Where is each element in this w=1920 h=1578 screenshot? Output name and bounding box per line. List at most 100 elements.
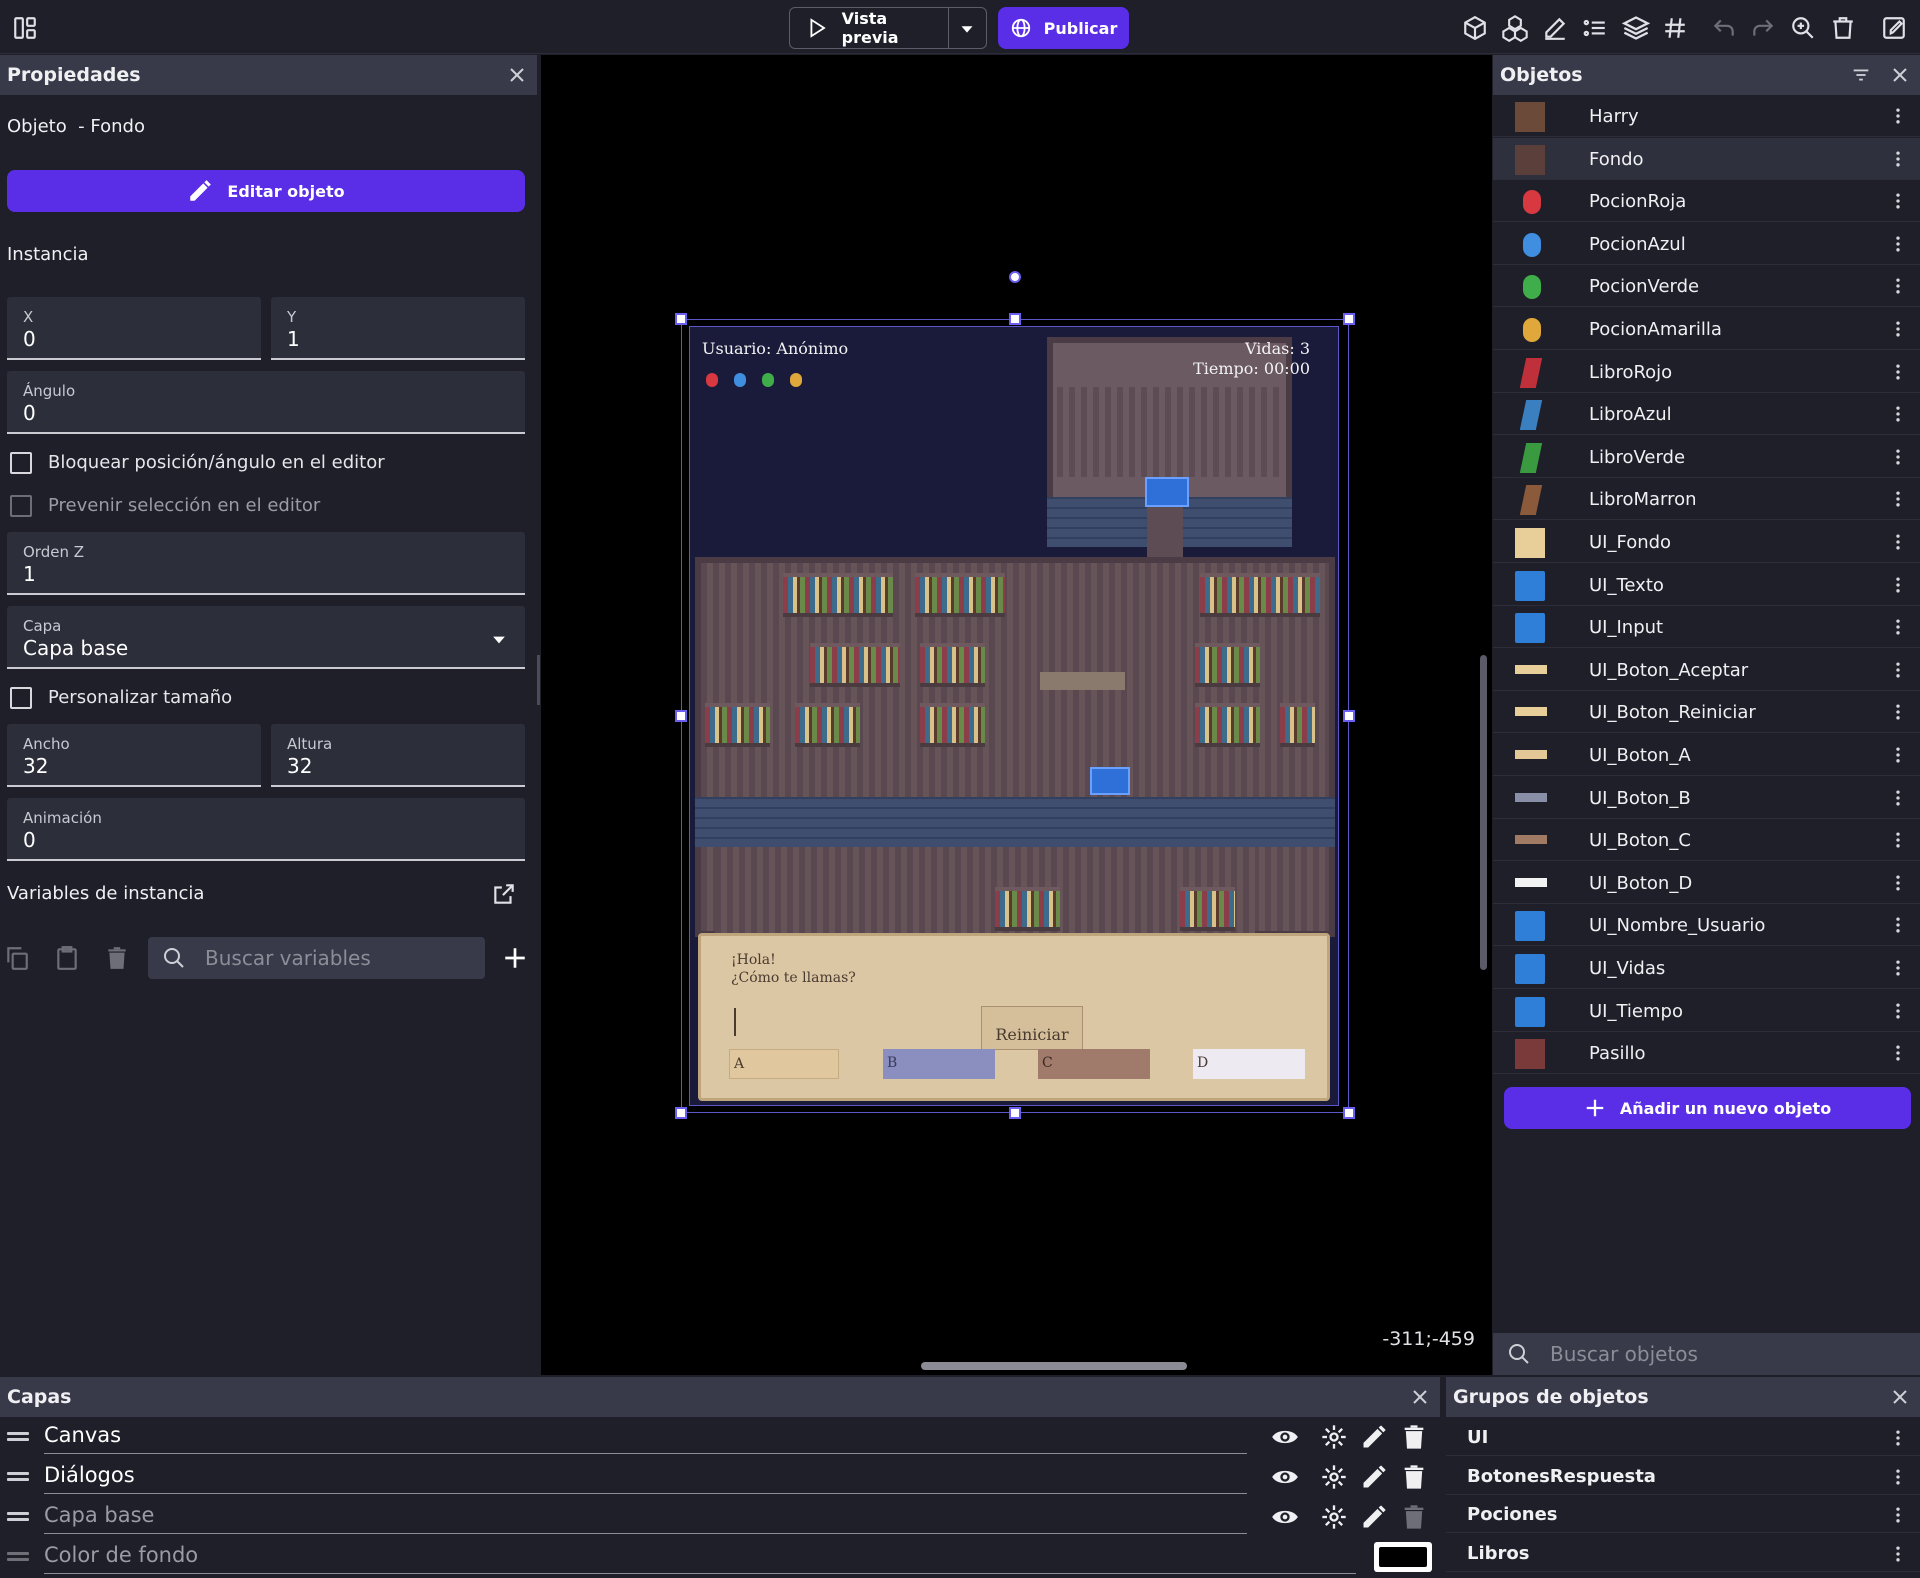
more-options-icon[interactable] (1888, 1503, 1908, 1527)
visibility-eye-icon[interactable] (1271, 1503, 1299, 1531)
more-options-icon[interactable] (1888, 104, 1908, 128)
object-packs-icon[interactable] (1501, 14, 1529, 42)
edit-object-button[interactable]: Editar objeto (7, 170, 525, 212)
object-item[interactable]: Harry (1493, 95, 1920, 137)
height-field[interactable]: Altura 32 (271, 724, 525, 787)
publish-button[interactable]: Publicar (998, 7, 1129, 49)
more-options-icon[interactable] (1888, 445, 1908, 469)
preview-dropdown-icon[interactable] (956, 18, 978, 40)
more-options-icon[interactable] (1888, 786, 1908, 810)
background-color-swatch[interactable] (1374, 1542, 1432, 1572)
object-item[interactable]: PocionAmarilla (1493, 308, 1920, 350)
lighting-icon[interactable] (1320, 1463, 1348, 1491)
preview-button[interactable]: Vista previa (790, 8, 948, 48)
more-options-icon[interactable] (1888, 147, 1908, 171)
more-options-icon[interactable] (1888, 999, 1908, 1023)
more-options-icon[interactable] (1888, 1426, 1908, 1450)
add-object-button[interactable]: Añadir un nuevo objeto (1504, 1087, 1911, 1129)
group-item[interactable]: BotonesRespuesta (1446, 1457, 1920, 1495)
more-options-icon[interactable] (1888, 658, 1908, 682)
lighting-icon[interactable] (1320, 1423, 1348, 1451)
drag-handle-icon[interactable] (7, 1472, 29, 1482)
edit-pencil-icon[interactable] (1360, 1423, 1388, 1451)
more-options-icon[interactable] (1888, 317, 1908, 341)
edit-pencil-icon[interactable] (1542, 15, 1568, 41)
x-field[interactable]: X 0 (7, 297, 261, 360)
properties-scrollbar[interactable] (537, 655, 540, 705)
resize-handle-top[interactable] (1009, 313, 1021, 325)
more-options-icon[interactable] (1888, 573, 1908, 597)
close-icon[interactable] (1888, 63, 1912, 87)
undo-icon[interactable] (1711, 15, 1737, 41)
layer-item[interactable]: Capa base (0, 1497, 1440, 1537)
more-options-icon[interactable] (1888, 615, 1908, 639)
object-item[interactable]: UI_Texto (1493, 564, 1920, 606)
more-options-icon[interactable] (1888, 1041, 1908, 1065)
rotate-handle[interactable] (1009, 271, 1021, 283)
close-icon[interactable] (1408, 1385, 1432, 1409)
resize-handle-bottom[interactable] (1009, 1107, 1021, 1119)
zoom-icon[interactable] (1790, 15, 1816, 41)
instances-list-icon[interactable] (1582, 15, 1608, 41)
layer-item[interactable]: Diálogos (0, 1457, 1440, 1497)
layer-select[interactable]: Capa Capa base (7, 606, 525, 669)
object-item[interactable]: UI_Boton_B (1493, 777, 1920, 819)
drag-handle-icon[interactable] (7, 1512, 29, 1522)
more-options-icon[interactable] (1888, 189, 1908, 213)
scene-canvas[interactable]: Usuario: Anónimo Vidas: 3 Tiempo: 00:00 … (541, 55, 1492, 1375)
object-item[interactable]: UI_Nombre_Usuario (1493, 904, 1920, 947)
more-options-icon[interactable] (1888, 360, 1908, 384)
object-item[interactable]: LibroAzul (1493, 393, 1920, 436)
object-item[interactable]: Pasillo (1493, 1032, 1920, 1075)
drag-handle-icon[interactable] (7, 1552, 29, 1562)
resize-handle-top-right[interactable] (1343, 313, 1355, 325)
trash-icon[interactable] (1400, 1463, 1428, 1491)
object-item[interactable]: UI_Vidas (1493, 947, 1920, 989)
search-objects-input[interactable]: Buscar objetos (1493, 1333, 1920, 1375)
object-item[interactable]: PocionVerde (1493, 265, 1920, 308)
object-item[interactable]: UI_Fondo (1493, 521, 1920, 563)
trash-icon[interactable] (104, 944, 130, 972)
more-options-icon[interactable] (1888, 530, 1908, 554)
object-item[interactable]: UI_Boton_D (1493, 862, 1920, 904)
edit-settings-icon[interactable] (1881, 15, 1907, 41)
width-field[interactable]: Ancho 32 (7, 724, 261, 787)
group-item[interactable]: UI (1446, 1418, 1920, 1456)
object-item[interactable]: Fondo (1493, 137, 1920, 180)
more-options-icon[interactable] (1888, 871, 1908, 895)
resize-handle-bottom-left[interactable] (675, 1107, 687, 1119)
lock-position-checkbox[interactable] (10, 452, 32, 474)
object-item[interactable]: UI_Boton_A (1493, 734, 1920, 776)
group-item[interactable]: Pociones (1446, 1495, 1920, 1533)
prevent-selection-checkbox[interactable] (10, 495, 32, 517)
more-options-icon[interactable] (1888, 1542, 1908, 1566)
object-item[interactable]: UI_Input (1493, 606, 1920, 649)
resize-handle-bottom-right[interactable] (1343, 1107, 1355, 1119)
layer-item[interactable]: Color de fondo (0, 1537, 1440, 1577)
animation-field[interactable]: Animación 0 (7, 798, 525, 861)
filter-icon[interactable] (1850, 64, 1872, 86)
object-item[interactable]: LibroRojo (1493, 351, 1920, 393)
object-item[interactable]: LibroMarron (1493, 478, 1920, 521)
resize-handle-right[interactable] (1343, 710, 1355, 722)
close-icon[interactable] (505, 63, 529, 87)
grid-icon[interactable] (1662, 15, 1688, 41)
object-item[interactable]: PocionAzul (1493, 223, 1920, 265)
custom-size-checkbox[interactable] (10, 687, 32, 709)
more-options-icon[interactable] (1888, 487, 1908, 511)
lighting-icon[interactable] (1320, 1503, 1348, 1531)
object-item[interactable]: UI_Tiempo (1493, 990, 1920, 1032)
more-options-icon[interactable] (1888, 913, 1908, 937)
edit-pencil-icon[interactable] (1360, 1503, 1388, 1531)
object-item[interactable]: LibroVerde (1493, 436, 1920, 478)
open-external-icon[interactable] (491, 881, 517, 907)
layers-icon[interactable] (1622, 14, 1650, 42)
more-options-icon[interactable] (1888, 700, 1908, 724)
visibility-eye-icon[interactable] (1271, 1463, 1299, 1491)
visibility-eye-icon[interactable] (1271, 1423, 1299, 1451)
more-options-icon[interactable] (1888, 956, 1908, 980)
more-options-icon[interactable] (1888, 828, 1908, 852)
drag-handle-icon[interactable] (7, 1432, 29, 1442)
more-options-icon[interactable] (1888, 1465, 1908, 1489)
canvas-vertical-scrollbar[interactable] (1480, 655, 1487, 970)
